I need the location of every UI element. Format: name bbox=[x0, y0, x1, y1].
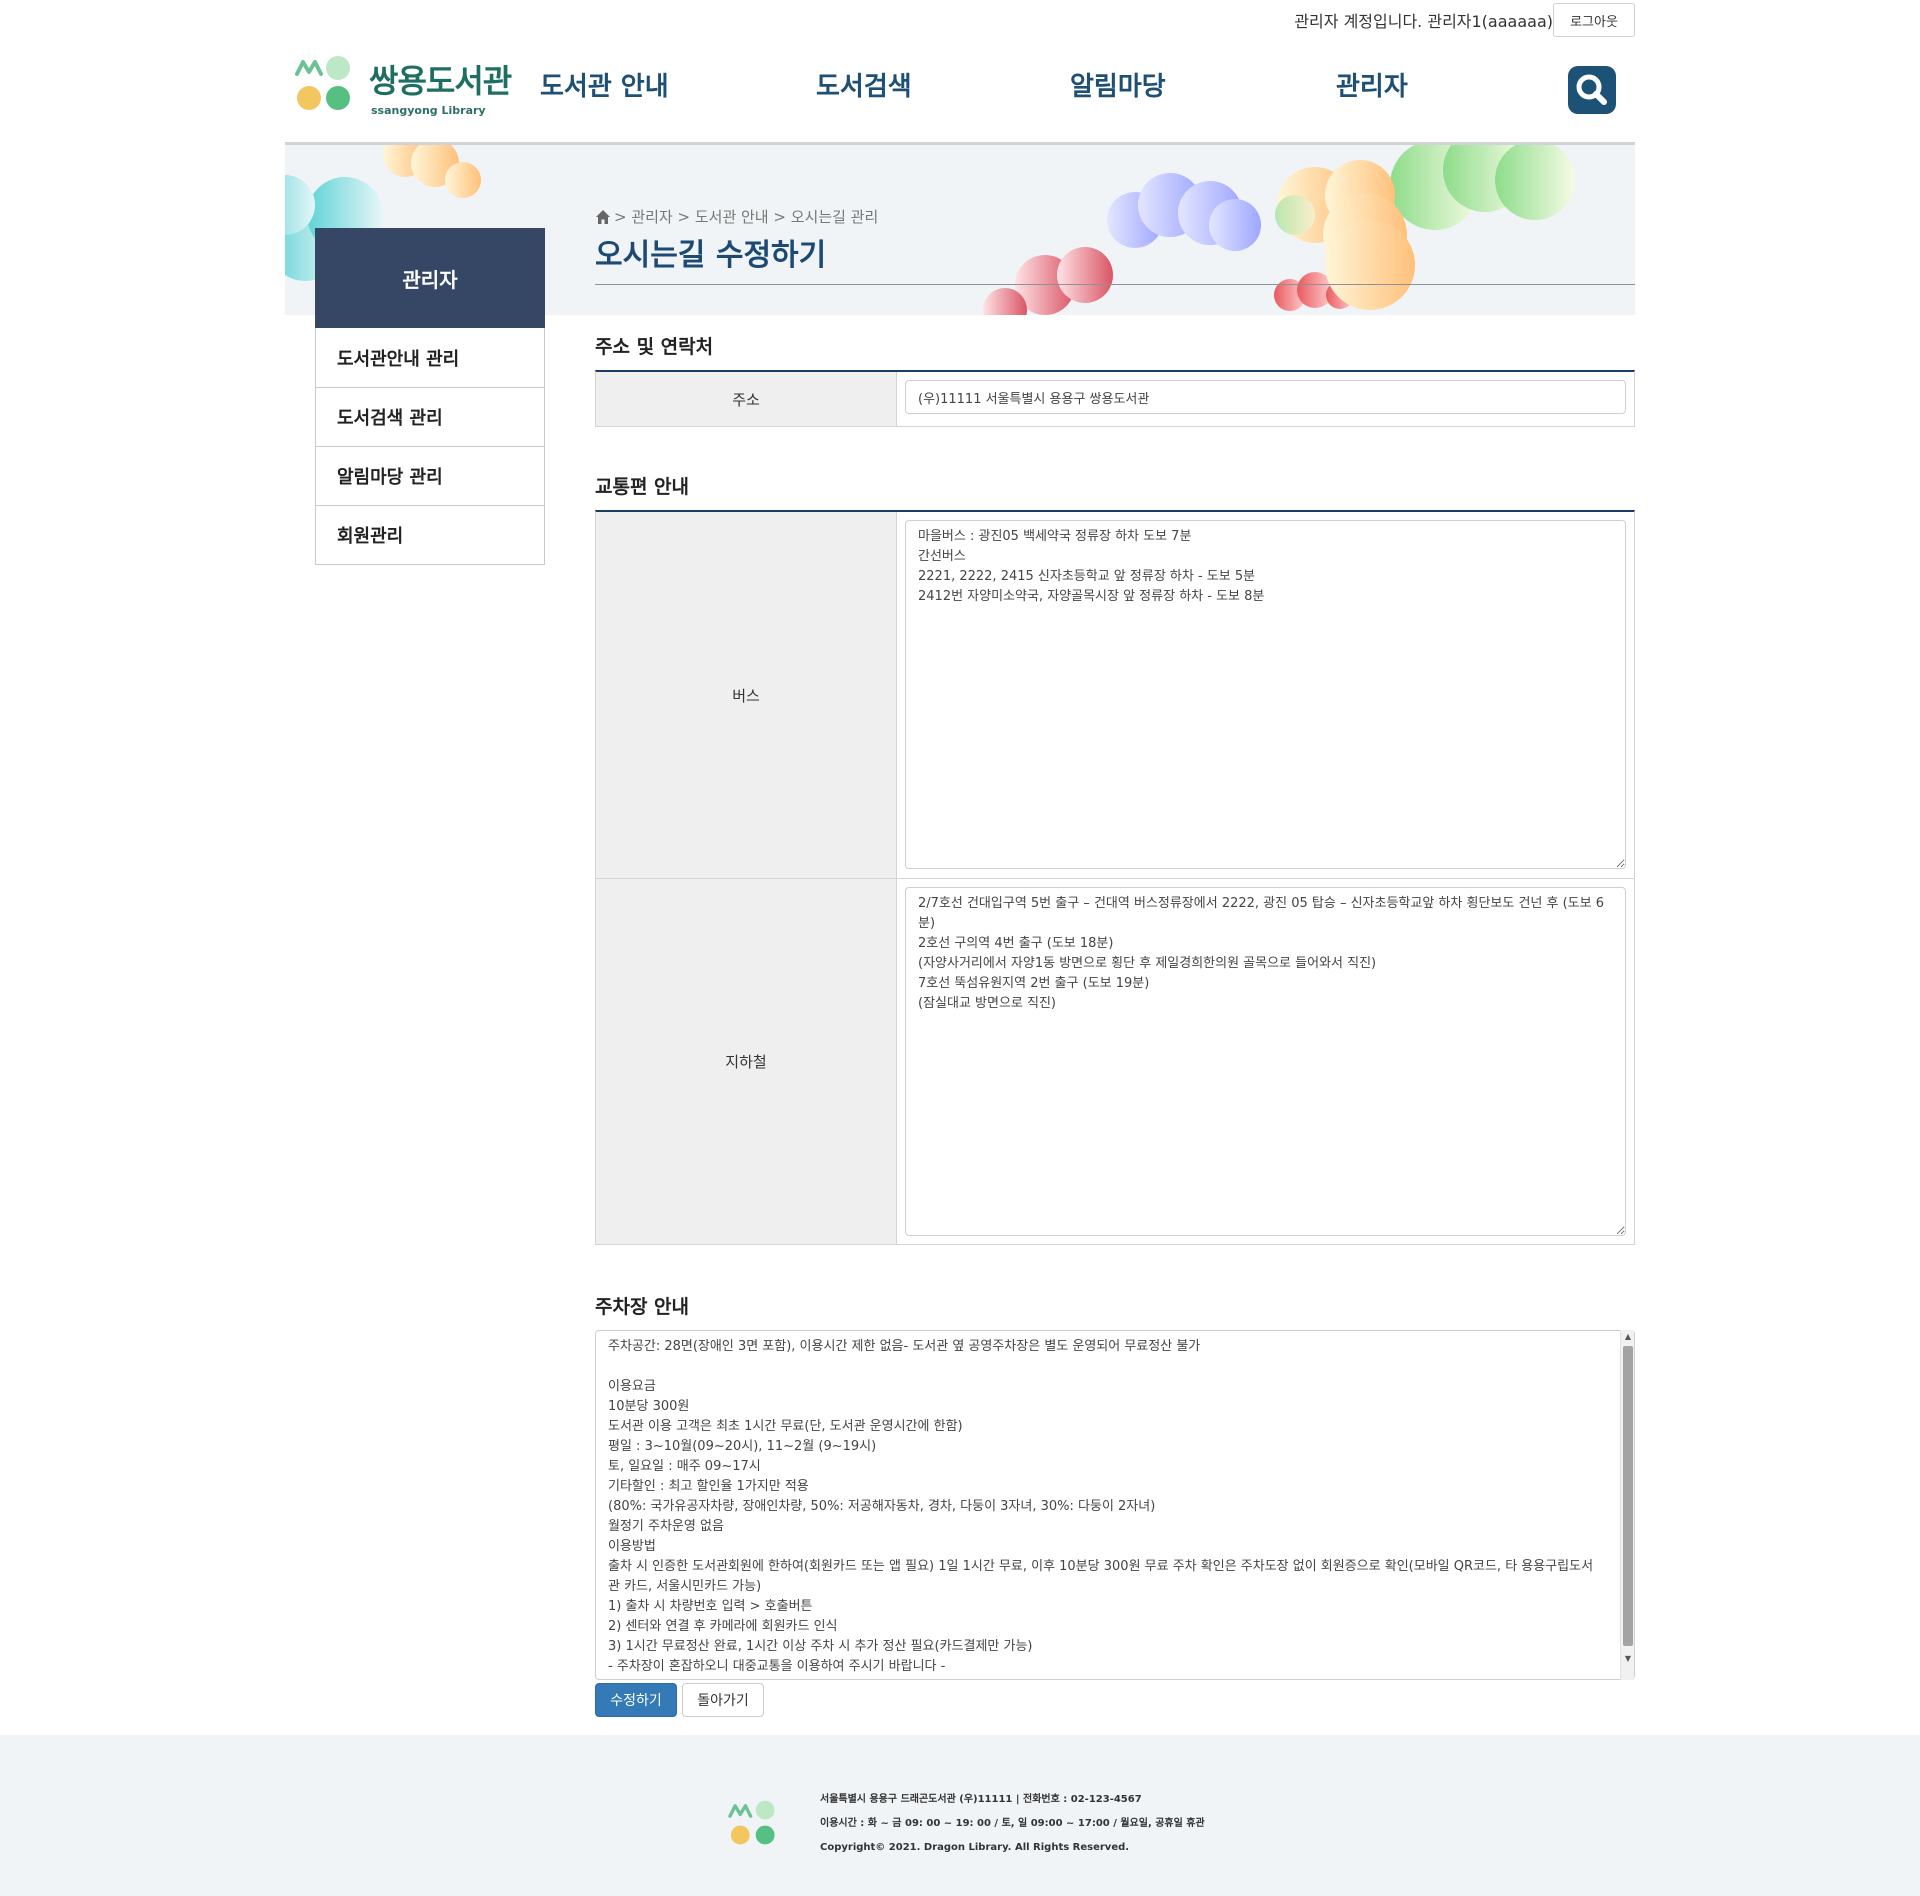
address-table: 주소 bbox=[595, 370, 1635, 427]
account-status-text: 관리자 계정입니다. 관리자1(aaaaaa) bbox=[1294, 12, 1553, 31]
footer-info: 서울특별시 용용구 드래곤도서관 (우)11111 | 전화번호 : 02-12… bbox=[820, 1788, 1205, 1860]
site-logo[interactable]: 쌍용도서관 ssangyong Library bbox=[295, 54, 535, 124]
sidebar-list: 도서관안내 관리 도서검색 관리 알림마당 관리 회원관리 bbox=[315, 328, 545, 565]
footer-address: 서울특별시 용용구 드래곤도서관 (우)11111 | 전화번호 : 02-12… bbox=[820, 1794, 1142, 1805]
breadcrumb-path: > 관리자 > 도서관 안내 > 오시는길 관리 bbox=[614, 208, 879, 226]
logo-subtitle: ssangyong Library bbox=[371, 104, 486, 117]
sidebar-item-book-search-manage[interactable]: 도서검색 관리 bbox=[316, 387, 544, 446]
footer-copyright: Copyright© 2021. Dragon Library. All Rig… bbox=[820, 1842, 1130, 1853]
logo-title: 쌍용도서관 bbox=[369, 62, 512, 100]
parking-scrollbar[interactable]: ▲ ▼ bbox=[1620, 1330, 1634, 1680]
nav-admin[interactable]: 관리자 bbox=[1336, 66, 1408, 103]
footer-hours: 이용시간 : 화 ~ 금 09: 00 ~ 19: 00 / 토, 일 09:0… bbox=[820, 1818, 1205, 1829]
submit-button[interactable]: 수정하기 bbox=[595, 1683, 677, 1717]
library-logo-icon bbox=[295, 56, 350, 110]
bus-label: 버스 bbox=[596, 512, 897, 878]
logout-button[interactable]: 로그아웃 bbox=[1553, 3, 1635, 37]
sidebar-menu: 관리자 도서관안내 관리 도서검색 관리 알림마당 관리 회원관리 bbox=[315, 228, 545, 565]
search-button[interactable] bbox=[1568, 66, 1616, 114]
parking-section-title: 주차장 안내 bbox=[595, 1296, 690, 1318]
subway-textarea[interactable]: 2/7호선 건대입구역 5번 출구 – 건대역 버스정류장에서 2222, 광진… bbox=[905, 887, 1626, 1236]
bus-row: 버스 마을버스 : 광진05 백세약국 정류장 하차 도보 7분 간선버스 22… bbox=[596, 512, 1634, 878]
address-row: 주소 bbox=[596, 372, 1634, 426]
transport-section-title: 교통편 안내 bbox=[595, 476, 690, 498]
subway-cell: 2/7호선 건대입구역 5번 출구 – 건대역 버스정류장에서 2222, 광진… bbox=[897, 879, 1634, 1244]
site-footer: 서울특별시 용용구 드래곤도서관 (우)11111 | 전화번호 : 02-12… bbox=[0, 1735, 1920, 1896]
bus-cell: 마을버스 : 광진05 백세약국 정류장 하차 도보 7분 간선버스 2221,… bbox=[897, 512, 1634, 878]
nav-book-search[interactable]: 도서검색 bbox=[816, 66, 912, 103]
address-section-title: 주소 및 연락처 bbox=[595, 336, 714, 358]
address-input[interactable] bbox=[905, 380, 1626, 414]
page-title: 오시는길 수정하기 bbox=[595, 238, 827, 273]
scroll-up-arrow-icon[interactable]: ▲ bbox=[1621, 1330, 1635, 1344]
address-label: 주소 bbox=[596, 372, 897, 426]
sidebar-item-member-manage[interactable]: 회원관리 bbox=[316, 505, 544, 564]
address-cell bbox=[897, 372, 1634, 426]
bus-textarea[interactable]: 마을버스 : 광진05 백세약국 정류장 하차 도보 7분 간선버스 2221,… bbox=[905, 520, 1626, 869]
parking-textarea[interactable]: 주차공간: 28면(장애인 3면 포함), 이용시간 제한 없음- 도서관 옆 … bbox=[595, 1330, 1635, 1680]
nav-library-info[interactable]: 도서관 안내 bbox=[540, 66, 669, 103]
back-button[interactable]: 돌아가기 bbox=[682, 1683, 764, 1717]
subway-label: 지하철 bbox=[596, 879, 897, 1244]
sidebar-title: 관리자 bbox=[315, 228, 545, 328]
footer-logo-icon bbox=[728, 1800, 775, 1845]
subway-row: 지하철 2/7호선 건대입구역 5번 출구 – 건대역 버스정류장에서 2222… bbox=[596, 878, 1634, 1244]
scroll-down-arrow-icon[interactable]: ▼ bbox=[1621, 1652, 1635, 1666]
top-utility-bar: 관리자 계정입니다. 관리자1(aaaaaa) 로그아웃 bbox=[285, 0, 1635, 40]
home-icon[interactable] bbox=[595, 209, 611, 225]
search-icon bbox=[1576, 74, 1607, 105]
breadcrumb: > 관리자 > 도서관 안내 > 오시는길 관리 bbox=[595, 206, 878, 227]
title-divider bbox=[595, 284, 1635, 285]
sidebar-item-library-info-manage[interactable]: 도서관안내 관리 bbox=[316, 328, 544, 387]
main-navigation: 도서관 안내 도서검색 알림마당 관리자 bbox=[540, 66, 1408, 110]
sidebar-item-notice-manage[interactable]: 알림마당 관리 bbox=[316, 446, 544, 505]
nav-notice-board[interactable]: 알림마당 bbox=[1070, 66, 1166, 103]
scroll-thumb[interactable] bbox=[1623, 1346, 1633, 1646]
site-header: 쌍용도서관 ssangyong Library 도서관 안내 도서검색 알림마당… bbox=[285, 40, 1635, 145]
transport-table: 버스 마을버스 : 광진05 백세약국 정류장 하차 도보 7분 간선버스 22… bbox=[595, 510, 1635, 1245]
